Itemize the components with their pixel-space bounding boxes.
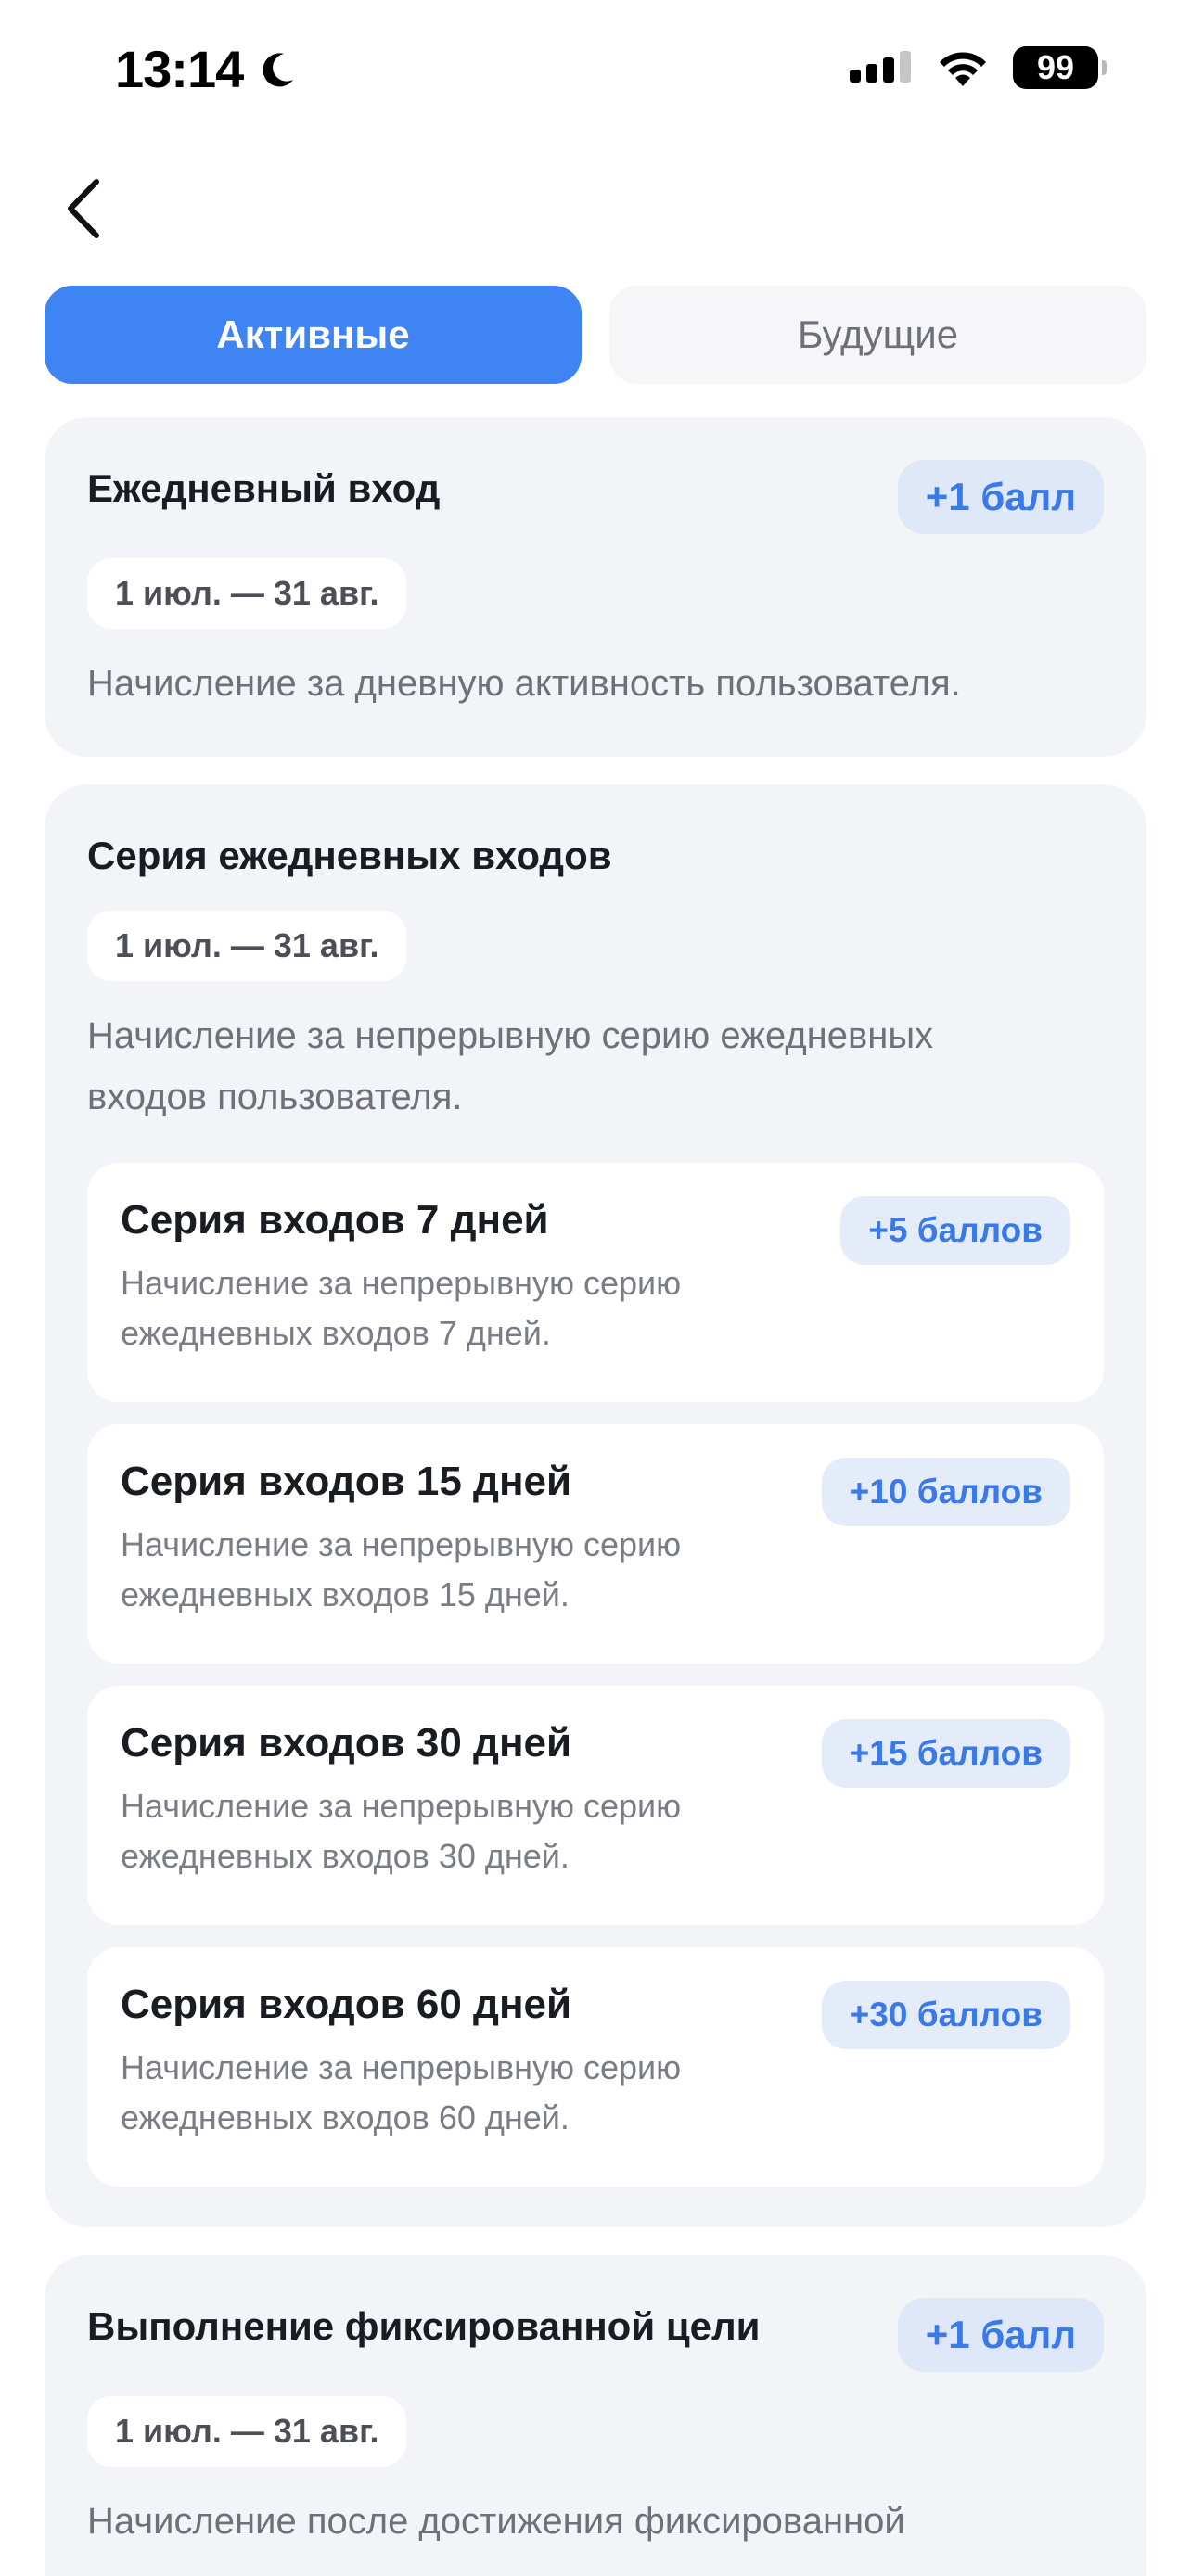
battery-level: 99: [1036, 48, 1075, 86]
tab-active[interactable]: Активные: [45, 286, 582, 384]
streak-description: Начисление за непрерывную серию ежедневн…: [121, 1524, 682, 1613]
card-description: Начисление за непрерывную серию ежедневн…: [87, 1015, 934, 1117]
chevron-left-icon: [68, 179, 99, 238]
points-badge: +5 баллов: [840, 1196, 1070, 1265]
points-badge: +10 баллов: [821, 1458, 1070, 1526]
battery-icon: 99: [1013, 46, 1107, 89]
status-time: 13:14: [115, 39, 299, 99]
tab-future[interactable]: Будущие: [609, 286, 1146, 384]
streak-item-7[interactable]: Серия входов 7 дней Начисление за непрер…: [87, 1163, 1104, 1402]
streak-item-30[interactable]: Серия входов 30 дней Начисление за непре…: [87, 1686, 1104, 1925]
points-badge: +15 баллов: [821, 1719, 1070, 1788]
reward-card-login-streak[interactable]: Серия ежедневных входов 1 июл. — 31 авг.…: [45, 784, 1146, 2227]
card-description: Начисление после достижения фиксированно…: [87, 2501, 905, 2542]
date-range-pill: 1 июл. — 31 авг.: [87, 911, 407, 981]
reward-card-fixed-goal[interactable]: Выполнение фиксированной цели +1 балл 1 …: [45, 2255, 1146, 2576]
streak-item-60[interactable]: Серия входов 60 дней Начисление за непре…: [87, 1947, 1104, 2187]
back-button[interactable]: [46, 167, 121, 250]
clock-time: 13:14: [115, 40, 244, 98]
streak-item-15[interactable]: Серия входов 15 дней Начисление за непре…: [87, 1424, 1104, 1664]
card-title: Ежедневный вход: [87, 466, 441, 510]
points-badge: +1 балл: [897, 460, 1104, 534]
card-description: Начисление за дневную активность пользов…: [87, 663, 961, 704]
date-range-pill: 1 июл. — 31 авг.: [87, 2396, 407, 2467]
moon-icon: [263, 52, 294, 86]
segmented-tabs: Активные Будущие: [45, 286, 1146, 384]
streak-description: Начисление за непрерывную серию ежедневн…: [121, 2047, 682, 2136]
date-range-pill: 1 июл. — 31 авг.: [87, 558, 407, 629]
streak-description: Начисление за непрерывную серию ежедневн…: [121, 1786, 682, 1875]
reward-card-daily-login[interactable]: Ежедневный вход +1 балл 1 июл. — 31 авг.…: [45, 417, 1146, 757]
points-badge: +1 балл: [897, 2298, 1104, 2372]
card-title: Серия ежедневных входов: [87, 834, 612, 877]
streak-description: Начисление за непрерывную серию ежедневн…: [121, 1263, 682, 1352]
card-title: Выполнение фиксированной цели: [87, 2304, 761, 2348]
status-bar: 13:14 99: [0, 0, 1191, 139]
wifi-icon: [940, 52, 986, 86]
cellular-signal-icon: [850, 51, 911, 83]
status-icons: 99: [848, 46, 1107, 89]
points-badge: +30 баллов: [821, 1981, 1070, 2049]
